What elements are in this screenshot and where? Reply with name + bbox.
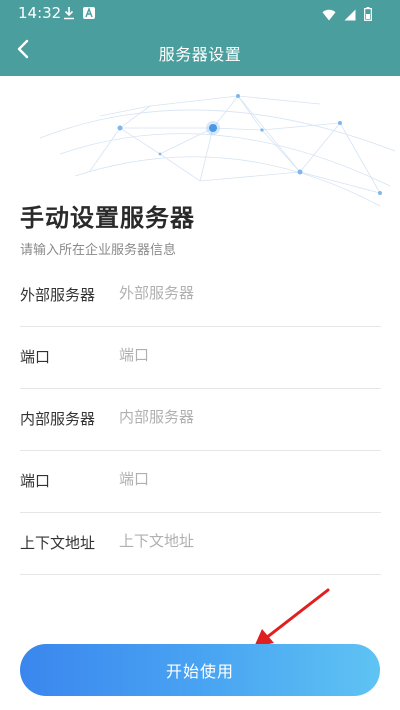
- wifi-icon: [322, 6, 336, 25]
- status-bar: 14:32: [0, 0, 400, 26]
- external-port-row: 端口: [20, 326, 381, 389]
- download-icon: [62, 5, 76, 24]
- network-globe-illustration: [39, 94, 396, 207]
- page-subheading: 请输入所在企业服务器信息: [20, 243, 177, 258]
- internal-port-label: 端口: [20, 472, 51, 490]
- context-path-row: 上下文地址: [20, 512, 381, 575]
- external-port-input[interactable]: [119, 340, 374, 370]
- context-path-input[interactable]: [119, 526, 374, 556]
- signal-icon: [344, 6, 356, 25]
- external-server-input[interactable]: [119, 278, 374, 308]
- a-notification-icon: [82, 5, 96, 24]
- status-time: 14:32: [18, 4, 62, 22]
- title-bar: 服务器设置: [0, 26, 400, 76]
- start-using-button[interactable]: 开始使用: [20, 644, 380, 696]
- page-heading: 手动设置服务器: [20, 204, 195, 232]
- context-path-label: 上下文地址: [20, 534, 96, 552]
- status-system-icons: [322, 6, 372, 25]
- internal-server-input[interactable]: [119, 402, 374, 432]
- internal-server-row: 内部服务器: [20, 388, 381, 451]
- external-server-row: 外部服务器: [20, 264, 381, 327]
- internal-port-row: 端口: [20, 450, 381, 513]
- status-notification-icons: [62, 5, 96, 24]
- external-port-label: 端口: [20, 348, 51, 366]
- internal-port-input[interactable]: [119, 464, 374, 494]
- battery-icon: [364, 6, 372, 25]
- external-server-label: 外部服务器: [20, 286, 96, 304]
- internal-server-label: 内部服务器: [20, 410, 96, 428]
- page-title: 服务器设置: [158, 45, 242, 64]
